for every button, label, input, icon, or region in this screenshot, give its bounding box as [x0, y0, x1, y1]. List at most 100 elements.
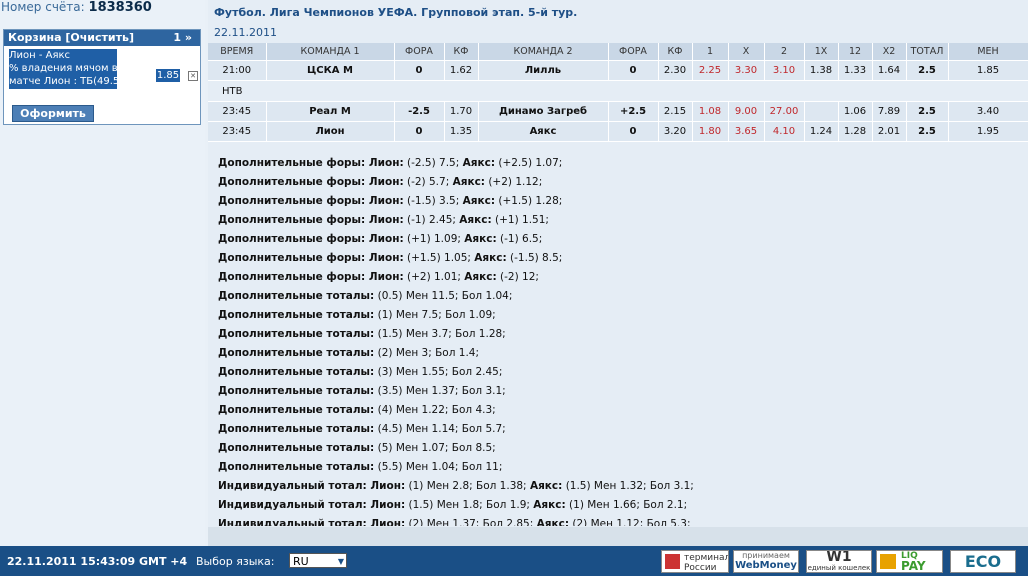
match-time: 23:45	[208, 101, 267, 122]
odds-cell[interactable]: 1.35	[444, 121, 479, 142]
extra-market-line: Дополнительные форы: Лион: (-1.5) 3.5; А…	[218, 192, 1023, 211]
odds-cell[interactable]: 7.89	[872, 101, 907, 122]
extra-market-line: Дополнительные форы: Лион: (+1.5) 1.05; …	[218, 249, 1023, 268]
extra-market-odds[interactable]: (1.5) Мен 1.8; Бол 1.9;	[405, 499, 533, 511]
col-header: ТОТАЛ	[906, 43, 949, 61]
odds-cell[interactable]: 3.30	[728, 60, 765, 81]
team-2[interactable]: Динамо Загреб	[478, 101, 609, 122]
extra-market-label: Аякс:	[462, 157, 496, 169]
team-1[interactable]: Лион	[266, 121, 395, 142]
extra-market-odds[interactable]: (1) Мен 2.8; Бол 1.38;	[405, 480, 530, 492]
basket-bet: Лион - Аякс % владения мячом в матче Лио…	[9, 49, 117, 89]
extra-market-line: Индивидуальный тотал: Лион: (1) Мен 2.8;…	[218, 477, 1023, 496]
extra-market-odds[interactable]: (4.5) Мен 1.14; Бол 5.7;	[374, 423, 506, 435]
close-icon[interactable]: ✕	[188, 71, 198, 81]
odds-cell[interactable]: 3.20	[658, 121, 693, 142]
w1-wallet-logo[interactable]: W1 единый кошелек	[806, 550, 872, 573]
card-icon	[880, 554, 896, 569]
odds-cell[interactable]: 9.00	[728, 101, 765, 122]
odds-cell[interactable]: 1.08	[692, 101, 729, 122]
extra-market-odds[interactable]: (-2) 12;	[497, 271, 539, 283]
odds-cell[interactable]: 1.85	[948, 60, 1028, 81]
account-number: 1838360	[88, 0, 152, 15]
extra-market-odds[interactable]: (+2) 1.01;	[404, 271, 465, 283]
footer-datetime: 22.11.2011 15:43:09 GMT +4	[7, 555, 188, 568]
extra-market-line: Дополнительные тоталы: (3.5) Мен 1.37; Б…	[218, 382, 1023, 401]
odds-cell[interactable]: 2.30	[658, 60, 693, 81]
extra-market-odds[interactable]: (-2.5) 7.5;	[404, 157, 463, 169]
submit-bet-button[interactable]: Оформить	[12, 105, 94, 122]
extra-market-odds[interactable]: (4) Мен 1.22; Бол 4.3;	[374, 404, 496, 416]
odds-cell[interactable]: 1.64	[872, 60, 907, 81]
basket-page[interactable]: 1 »	[173, 30, 192, 46]
odds-cell[interactable]: 3.40	[948, 101, 1028, 122]
team-1[interactable]: Реал М	[266, 101, 395, 122]
extra-market-odds[interactable]: (-1) 2.45;	[404, 214, 460, 226]
extra-market-line: Дополнительные форы: Лион: (+1) 1.09; Ая…	[218, 230, 1023, 249]
col-header: 2	[764, 43, 805, 61]
odds-cell[interactable]: 1.24	[804, 121, 839, 142]
webmoney-logo[interactable]: принимаем WebMoney	[733, 550, 799, 573]
extra-market-odds[interactable]: (2) Мен 3; Бол 1.4;	[374, 347, 479, 359]
basket-title[interactable]: Корзина [Очистить]	[8, 31, 134, 44]
match-row: 23:45 Лион 0 1.35 Аякс 0 3.20 1.80 3.65 …	[208, 121, 1028, 142]
handicap-2: 0	[608, 121, 659, 142]
extra-market-odds[interactable]: (1) Мен 1.66; Бол 2.1;	[566, 499, 687, 511]
team-2[interactable]: Лилль	[478, 60, 609, 81]
extra-market-label: Дополнительные форы: Лион:	[218, 252, 404, 264]
extra-market-odds[interactable]: (1.5) Мен 1.32; Бол 3.1;	[562, 480, 694, 492]
odds-cell[interactable]: 1.06	[838, 101, 873, 122]
odds-cell[interactable]: 2.15	[658, 101, 693, 122]
horizontal-scrollbar[interactable]	[208, 527, 1028, 546]
extra-market-odds[interactable]: (3) Мен 1.55; Бол 2.45;	[374, 366, 503, 378]
extra-market-odds[interactable]: (+1.5) 1.28;	[495, 195, 562, 207]
extra-market-odds[interactable]: (-1) 6.5;	[497, 233, 542, 245]
extra-market-line: Дополнительные тоталы: (5.5) Мен 1.04; Б…	[218, 458, 1023, 477]
extra-market-odds[interactable]: (0.5) Мен 11.5; Бол 1.04;	[374, 290, 513, 302]
extra-market-line: Дополнительные тоталы: (1) Мен 7.5; Бол …	[218, 306, 1023, 325]
odds-cell[interactable]: 2.01	[872, 121, 907, 142]
odds-cell[interactable]: 1.70	[444, 101, 479, 122]
extra-market-odds[interactable]: (-2) 5.7;	[404, 176, 453, 188]
extra-market-odds[interactable]: (3.5) Мен 1.37; Бол 3.1;	[374, 385, 506, 397]
odds-cell[interactable]: 1.38	[804, 60, 839, 81]
extra-market-odds[interactable]: (-1.5) 8.5;	[507, 252, 562, 264]
extra-market-line: Дополнительные форы: Лион: (-2.5) 7.5; А…	[218, 154, 1023, 173]
extra-market-odds[interactable]: (2) Мен 1.37; Бол 2.85;	[405, 518, 536, 526]
extra-market-odds[interactable]: (1.5) Мен 3.7; Бол 1.28;	[374, 328, 506, 340]
extra-market-odds[interactable]: (+1) 1.51;	[492, 214, 549, 226]
col-header: КФ	[658, 43, 693, 61]
terminals-logo[interactable]: терминалы России	[661, 550, 729, 573]
extra-market-odds[interactable]: (2) Мен 1.12; Бол 5.3;	[569, 518, 690, 526]
bet-line-3: матче Лион : ТБ(49.5)	[9, 76, 117, 87]
odds-cell[interactable]: 27.00	[764, 101, 805, 122]
extra-market-odds[interactable]: (+1) 1.09;	[404, 233, 465, 245]
extra-market-odds[interactable]: (+1.5) 1.05;	[404, 252, 475, 264]
odds-cell[interactable]: 1.28	[838, 121, 873, 142]
extra-market-odds[interactable]: (5) Мен 1.07; Бол 8.5;	[374, 442, 496, 454]
odds-cell[interactable]: 1.62	[444, 60, 479, 81]
event-title: Футбол. Лига Чемпионов УЕФА. Групповой э…	[214, 6, 578, 19]
extra-market-label: Дополнительные тоталы:	[218, 423, 375, 435]
odds-cell[interactable]: 1.95	[948, 121, 1028, 142]
team-1[interactable]: ЦСКА М	[266, 60, 395, 81]
extra-market-odds[interactable]: (+2.5) 1.07;	[495, 157, 562, 169]
liqpay-logo[interactable]: LIQ PAY	[876, 550, 943, 573]
odds-cell[interactable]: 4.10	[764, 121, 805, 142]
basket-header[interactable]: Корзина [Очистить] 1 »	[4, 30, 200, 46]
team-2[interactable]: Аякс	[478, 121, 609, 142]
bet-line-1: Лион - Аякс	[9, 50, 71, 61]
eco-logo[interactable]: ECO	[950, 550, 1016, 573]
odds-cell[interactable]: 1.33	[838, 60, 873, 81]
language-select[interactable]: RU ▼	[289, 553, 347, 568]
extra-market-odds[interactable]: (1) Мен 7.5; Бол 1.09;	[374, 309, 496, 321]
match-time: 23:45	[208, 121, 267, 142]
odds-cell[interactable]: 2.25	[692, 60, 729, 81]
odds-cell[interactable]: 3.65	[728, 121, 765, 142]
extra-market-odds[interactable]: (+2) 1.12;	[485, 176, 542, 188]
odds-cell[interactable]: 3.10	[764, 60, 805, 81]
extra-market-odds[interactable]: (5.5) Мен 1.04; Бол 11;	[374, 461, 503, 473]
odds-cell[interactable]	[804, 101, 839, 122]
extra-market-odds[interactable]: (-1.5) 3.5;	[404, 195, 463, 207]
odds-cell[interactable]: 1.80	[692, 121, 729, 142]
